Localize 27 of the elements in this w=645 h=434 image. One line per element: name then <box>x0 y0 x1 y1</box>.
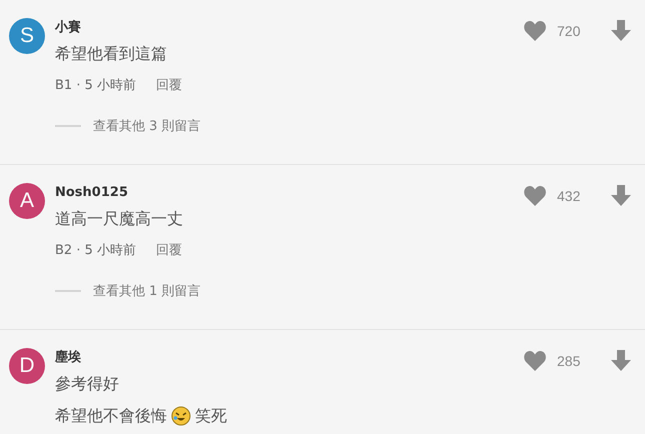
heart-icon[interactable] <box>523 20 547 42</box>
like-count: 432 <box>557 188 582 204</box>
reply-link[interactable]: 回覆 <box>156 241 182 259</box>
avatar: D <box>9 348 45 384</box>
view-more-replies-link[interactable]: 查看其他 1 則留言 <box>93 282 201 300</box>
comment-text: 笑死 <box>195 406 227 426</box>
comment-text: 參考得好 <box>55 374 119 394</box>
comment-text: 希望他不會後悔 <box>55 406 167 426</box>
avatar: A <box>9 183 45 219</box>
like-count: 720 <box>557 23 582 39</box>
heart-icon[interactable] <box>523 185 547 207</box>
like-count: 285 <box>557 353 582 369</box>
comment-meta: B1 · 5 小時前 <box>55 77 136 94</box>
comment-text: 希望他看到這篇 <box>55 44 167 64</box>
author-name[interactable]: 小賽 <box>55 18 523 38</box>
author-name[interactable]: 塵埃 <box>55 348 523 368</box>
comment-text: 道高一尺魔高一丈 <box>55 208 183 230</box>
reply-link[interactable]: 回覆 <box>156 76 182 94</box>
download-arrow-icon[interactable] <box>611 350 631 372</box>
view-more-replies-link[interactable]: 查看其他 3 則留言 <box>93 117 201 135</box>
author-name[interactable]: Nosh0125 <box>55 183 523 203</box>
comment-meta: B2 · 5 小時前 <box>55 242 136 259</box>
download-arrow-icon[interactable] <box>611 20 631 42</box>
laughing-emoji-icon <box>171 406 191 426</box>
avatar: S <box>9 18 45 54</box>
heart-icon[interactable] <box>523 350 547 372</box>
download-arrow-icon[interactable] <box>611 185 631 207</box>
